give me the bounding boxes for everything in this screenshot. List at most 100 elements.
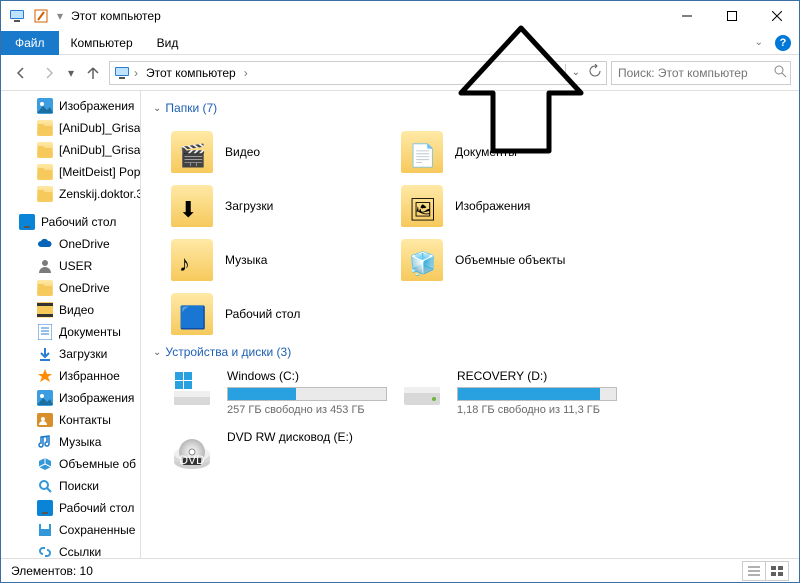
computer-tab[interactable]: Компьютер — [59, 32, 145, 54]
search-input[interactable] — [618, 66, 773, 80]
nav-item[interactable]: USER — [1, 255, 140, 277]
nav-bar: ▾ › Этот компьютер › ⌄ — [1, 55, 799, 91]
refresh-icon[interactable] — [588, 64, 602, 81]
folder-icon: 🧊 — [401, 239, 443, 281]
nav-item-label: Объемные об — [59, 457, 136, 471]
search-icon[interactable] — [773, 64, 787, 81]
forward-button[interactable] — [37, 61, 61, 85]
app-icon — [9, 8, 25, 24]
nav-item[interactable]: Сохраненные — [1, 519, 140, 541]
expand-ribbon-icon[interactable]: ⌄ — [755, 37, 763, 48]
nav-item[interactable]: Рабочий стол — [1, 497, 140, 519]
navigation-pane: Изображения [AniDub]_Grisai [AniDub]_Grisa… — [1, 91, 141, 558]
folder-label: Музыка — [225, 253, 267, 267]
folder-label: Документы — [455, 145, 517, 159]
drives-section-header[interactable]: ⌄ Устройства и диски (3) — [153, 345, 799, 359]
nav-item-label: Видео — [59, 303, 94, 317]
folder-label: Видео — [225, 145, 260, 159]
down-icon — [37, 346, 53, 362]
nav-item[interactable]: Музыка — [1, 431, 140, 453]
folder-item[interactable]: 🟦Рабочий стол — [153, 287, 383, 341]
nav-item[interactable]: Zenskij.doktor.3 — [1, 183, 140, 205]
folder-icon — [37, 142, 53, 158]
nav-item-label: Изображения — [59, 99, 134, 113]
minimize-button[interactable] — [664, 1, 709, 31]
desktop-icon — [37, 500, 53, 516]
qa-separator: ▾ — [57, 9, 63, 23]
close-button[interactable] — [754, 1, 799, 31]
nav-item[interactable]: Рабочий стол — [1, 211, 140, 233]
folder-item[interactable]: 🧊 Объемные объекты — [383, 233, 613, 287]
optical-drive-item[interactable]: DVD DVD RW дисковод (E:) — [153, 430, 383, 472]
user-icon — [37, 258, 53, 274]
folder-item[interactable]: 📄Документы — [383, 125, 613, 179]
nav-item-label: Изображения — [59, 391, 134, 405]
folder-label: Объемные объекты — [455, 253, 565, 267]
breadcrumb-sep[interactable]: › — [134, 66, 138, 80]
folder-item[interactable]: 🖼Изображения — [383, 179, 613, 233]
drive-usage-bar — [457, 387, 617, 401]
drive-free-text: 257 ГБ свободно из 453 ГБ — [227, 404, 387, 416]
nav-item[interactable]: Поиски — [1, 475, 140, 497]
address-dropdown-icon[interactable]: ⌄ — [572, 67, 580, 78]
drive-label: Windows (C:) — [227, 369, 387, 383]
maximize-button[interactable] — [709, 1, 754, 31]
back-button[interactable] — [9, 61, 33, 85]
up-button[interactable] — [81, 61, 105, 85]
folder-item[interactable]: ⬇ Загрузки — [153, 179, 383, 233]
nav-item[interactable]: [AniDub]_Grisai — [1, 139, 140, 161]
svg-text:DVD: DVD — [179, 453, 205, 467]
help-icon[interactable]: ? — [775, 35, 791, 51]
nav-item-label: Документы — [59, 325, 121, 339]
nav-item[interactable]: Ссылки — [1, 541, 140, 558]
search-icon — [37, 478, 53, 494]
nav-item[interactable]: Видео — [1, 299, 140, 321]
nav-item[interactable]: [AniDub]_Grisai — [1, 117, 140, 139]
status-count: Элементов: 10 — [11, 564, 93, 578]
nav-item[interactable]: Документы — [1, 321, 140, 343]
nav-item[interactable]: [MeitDeist] Pop — [1, 161, 140, 183]
folders-section-header[interactable]: ⌄ Папки (7) — [153, 101, 799, 115]
drive-item[interactable]: RECOVERY (D:)1,18 ГБ свободно из 11,3 ГБ — [383, 369, 613, 416]
nav-item[interactable]: OneDrive — [1, 233, 140, 255]
nav-item[interactable]: Объемные об — [1, 453, 140, 475]
breadcrumb-icon — [114, 65, 130, 81]
details-view-button[interactable] — [742, 561, 766, 581]
search-box[interactable] — [611, 61, 791, 85]
dvd-drive-icon: DVD — [171, 430, 213, 472]
nav-item-label: Сохраненные — [59, 523, 135, 537]
drive-icon — [171, 369, 213, 411]
folder-icon: ⬇ — [171, 185, 213, 227]
file-tab[interactable]: Файл — [1, 31, 59, 55]
nav-item-label: Ссылки — [59, 545, 101, 558]
breadcrumb-root[interactable]: Этот компьютер — [142, 64, 240, 82]
saved-icon — [37, 522, 53, 538]
nav-item-label: [MeitDeist] Pop — [59, 165, 140, 179]
folder-label: Загрузки — [225, 199, 273, 213]
large-icons-view-button[interactable] — [765, 561, 789, 581]
folder-icon — [37, 164, 53, 180]
music-icon — [37, 434, 53, 450]
folder-item[interactable]: ♪Музыка — [153, 233, 383, 287]
folder-item[interactable]: 🎬Видео — [153, 125, 383, 179]
onedrive-icon — [37, 236, 53, 252]
3d-icon — [37, 456, 53, 472]
contacts-icon — [37, 412, 53, 428]
breadcrumb-sep[interactable]: › — [244, 66, 248, 80]
recent-dropdown-icon[interactable]: ▾ — [65, 61, 77, 85]
nav-item[interactable]: Контакты — [1, 409, 140, 431]
address-bar[interactable]: › Этот компьютер › ⌄ — [109, 61, 607, 85]
nav-item[interactable]: Избранное — [1, 365, 140, 387]
nav-item[interactable]: Изображения — [1, 95, 140, 117]
nav-item-label: [AniDub]_Grisai — [59, 121, 140, 135]
desktop-icon — [19, 214, 35, 230]
chevron-down-icon: ⌄ — [153, 347, 161, 358]
nav-item[interactable]: OneDrive — [1, 277, 140, 299]
view-tab[interactable]: Вид — [145, 32, 191, 54]
properties-icon[interactable] — [33, 8, 49, 24]
menu-bar: Файл Компьютер Вид ⌄ ? — [1, 31, 799, 55]
nav-item[interactable]: Изображения — [1, 387, 140, 409]
nav-item[interactable]: Загрузки — [1, 343, 140, 365]
pictures-icon — [37, 390, 53, 406]
drive-item[interactable]: Windows (C:)257 ГБ свободно из 453 ГБ — [153, 369, 383, 416]
